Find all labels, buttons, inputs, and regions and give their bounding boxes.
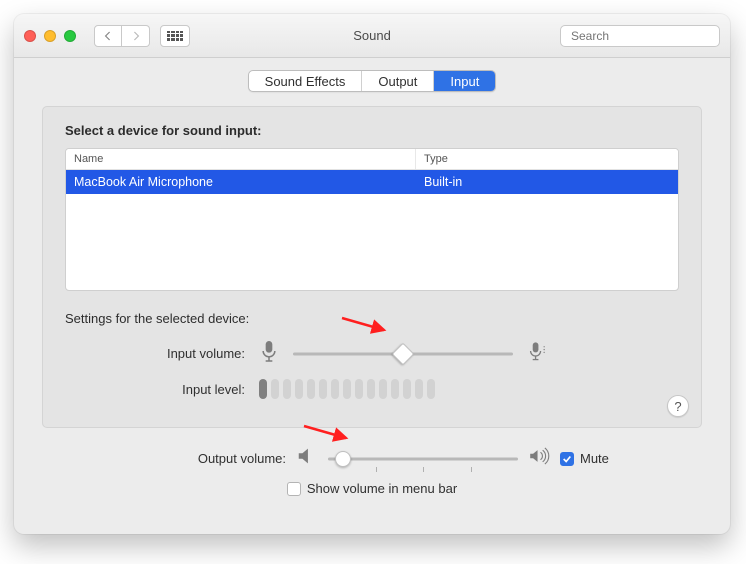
chevron-right-icon <box>132 31 140 41</box>
titlebar: Sound <box>14 14 730 58</box>
col-name[interactable]: Name <box>66 149 416 169</box>
slider-track <box>328 457 518 460</box>
input-level-row: Input level: <box>65 379 679 399</box>
device-table: Name Type MacBook Air Microphone Built-i… <box>65 148 679 291</box>
minimize-button[interactable] <box>44 30 56 42</box>
microphone-high-icon <box>527 338 547 369</box>
close-button[interactable] <box>24 30 36 42</box>
search-field[interactable] <box>560 25 720 47</box>
zoom-button[interactable] <box>64 30 76 42</box>
tab-output[interactable]: Output <box>362 71 434 91</box>
help-button[interactable]: ? <box>667 395 689 417</box>
window-controls <box>24 30 76 42</box>
slider-thumb[interactable] <box>335 451 351 467</box>
tab-segmented-control: Sound Effects Output Input <box>248 70 497 92</box>
input-volume-label: Input volume: <box>65 346 245 361</box>
slider-thumb[interactable] <box>392 342 415 365</box>
menubar-row: Show volume in menu bar <box>42 481 702 496</box>
sound-preferences-window: Sound Sound Effects Output Input Select … <box>14 14 730 534</box>
slider-tick <box>423 467 424 472</box>
menubar-label: Show volume in menu bar <box>307 481 457 496</box>
table-header: Name Type <box>66 149 678 170</box>
input-level-meter <box>259 379 435 399</box>
mute-checkbox[interactable]: Mute <box>560 451 609 466</box>
input-volume-slider[interactable] <box>293 345 513 363</box>
input-level-label: Input level: <box>65 382 245 397</box>
search-input[interactable] <box>571 29 726 43</box>
table-row[interactable]: MacBook Air Microphone Built-in <box>66 170 678 194</box>
content: Sound Effects Output Input Select a devi… <box>14 58 730 496</box>
show-volume-menubar-checkbox[interactable]: Show volume in menu bar <box>287 481 457 496</box>
input-panel: Select a device for sound input: Name Ty… <box>42 106 702 428</box>
tab-sound-effects[interactable]: Sound Effects <box>249 71 363 91</box>
forward-button[interactable] <box>122 25 150 47</box>
microphone-low-icon <box>259 338 279 369</box>
output-volume-slider[interactable] <box>328 450 518 468</box>
chevron-left-icon <box>104 31 112 41</box>
input-volume-row: Input volume: <box>65 338 679 369</box>
settings-heading: Settings for the selected device: <box>65 311 679 326</box>
slider-tick <box>376 467 377 472</box>
output-volume-label: Output volume: <box>42 451 286 466</box>
cell-name: MacBook Air Microphone <box>66 170 416 194</box>
checkbox-box[interactable] <box>560 452 574 466</box>
slider-tick <box>471 467 472 472</box>
show-all-button[interactable] <box>160 25 190 47</box>
check-icon <box>562 454 572 464</box>
table-body[interactable]: MacBook Air Microphone Built-in <box>66 170 678 290</box>
grid-icon <box>167 31 183 41</box>
output-volume-row: Output volume: Mute <box>42 446 702 471</box>
tabs: Sound Effects Output Input <box>42 70 702 92</box>
cell-type: Built-in <box>416 170 678 194</box>
mute-label: Mute <box>580 451 609 466</box>
checkbox-box[interactable] <box>287 482 301 496</box>
back-button[interactable] <box>94 25 122 47</box>
panel-heading: Select a device for sound input: <box>65 123 679 138</box>
col-type[interactable]: Type <box>416 149 678 169</box>
tab-input[interactable]: Input <box>434 71 495 91</box>
speaker-low-icon <box>296 446 318 471</box>
nav-buttons <box>94 25 150 47</box>
speaker-high-icon <box>528 446 550 471</box>
